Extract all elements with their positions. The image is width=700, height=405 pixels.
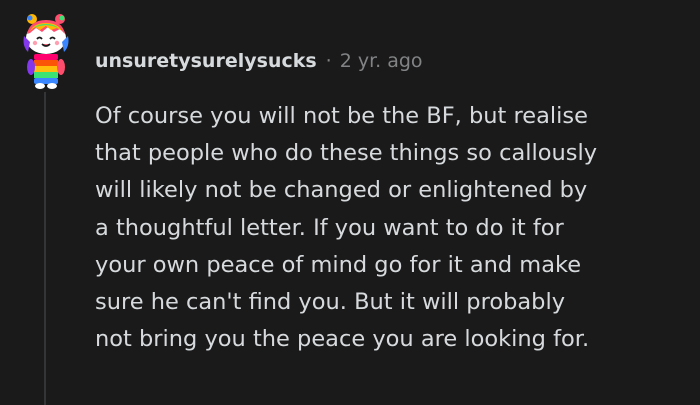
- comment-body: Of course you will not be the BF, but re…: [95, 98, 685, 358]
- thread-line[interactable]: [44, 92, 46, 405]
- comment-body-line: Of course you will not be the BF, but re…: [95, 103, 588, 129]
- avatar[interactable]: [20, 12, 72, 92]
- author-username[interactable]: unsuretysurelysucks: [95, 50, 317, 72]
- comment-body-line: your own peace of mind go for it and mak…: [95, 251, 582, 278]
- comment-body-line: sure he can't find you. But it will prob…: [95, 288, 566, 315]
- comment-body-line: not bring you the peace you are looking …: [95, 326, 590, 353]
- comment: unsuretysurelysucks · 2 yr. ago Of cours…: [0, 0, 700, 405]
- comment-body-line: will likely not be changed or enlightene…: [95, 177, 588, 204]
- comment-body-line: that people who do these things so callo…: [95, 140, 598, 167]
- meta-separator: ·: [325, 50, 332, 72]
- comment-header: unsuretysurelysucks · 2 yr. ago: [95, 46, 423, 76]
- comment-timestamp[interactable]: 2 yr. ago: [340, 50, 423, 72]
- comment-body-line: a thoughtful letter. If you want to do i…: [95, 214, 564, 241]
- snoo-avatar-icon: [23, 14, 69, 89]
